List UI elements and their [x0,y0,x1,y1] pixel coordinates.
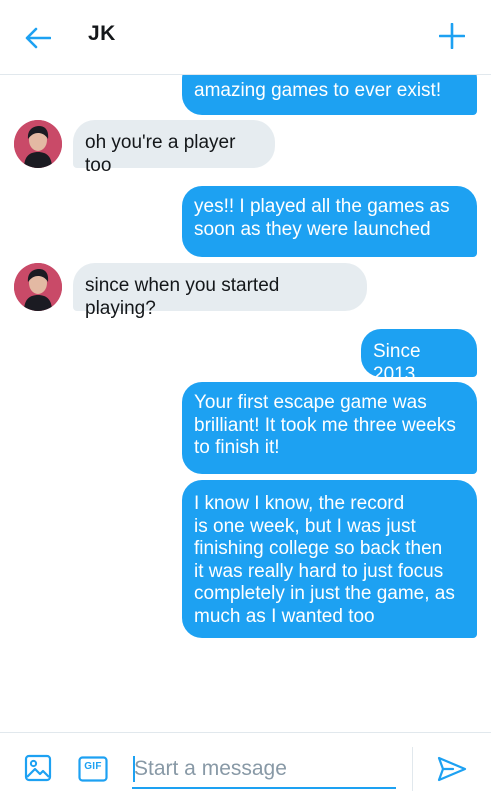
message-text-line: Your first escape game was [194,392,427,413]
conversation-title[interactable]: JK [88,22,116,46]
message-text-line: soon as they were launched [194,218,431,240]
message-text-line: finishing college so back then [194,538,443,559]
message-outgoing[interactable]: amazing games to ever exist! [182,75,477,115]
conversation-header: JK [0,0,491,75]
plus-icon [439,23,465,49]
message-composer: GIF [0,732,491,800]
avatar[interactable] [14,263,62,311]
message-incoming[interactable]: oh you're a player too [73,120,275,176]
message-text: since when you started playing? [85,275,280,319]
dm-conversation-screen: JK amazing games to ever exist! oh you'r… [0,0,491,800]
message-incoming[interactable]: since when you started playing? [73,263,367,319]
image-icon [24,754,52,782]
send-icon [437,756,467,782]
message-text-line: to finish it! [194,437,280,458]
message-text-line: completely in just the game, as [194,583,455,604]
message-text-line: much as I wanted too [194,605,375,627]
gif-button[interactable]: GIF [77,754,109,784]
message-outgoing[interactable]: I know I know, the record is one week, b… [182,480,477,638]
add-photo-button[interactable] [20,750,56,786]
avatar[interactable] [14,120,62,168]
message-text: amazing games to ever exist! [194,80,442,101]
message-outgoing[interactable]: Your first escape game was brilliant! It… [182,382,477,474]
composer-divider [412,747,413,791]
avatar-photo-icon [14,263,62,311]
avatar-photo-icon [14,120,62,168]
message-list[interactable]: amazing games to ever exist! oh you're a… [0,75,491,731]
message-text: Since 2013 [373,341,421,385]
new-message-button[interactable] [433,17,471,55]
message-input-wrapper [132,753,398,789]
message-text-line: yes!! I played all the games as [194,196,450,217]
message-text-line: it was really hard to just focus [194,560,444,582]
gif-label: GIF [84,761,102,772]
message-outgoing[interactable]: Since 2013 [361,329,477,385]
message-text-line: is one week, but I was just [194,515,416,537]
message-text-line: brilliant! It took me three weeks [194,414,456,436]
message-input[interactable] [132,753,398,785]
message-outgoing[interactable]: yes!! I played all the games as soon as … [182,186,477,257]
text-caret [133,756,135,782]
message-text: oh you're a player too [85,132,236,176]
send-button[interactable] [434,752,470,786]
arrow-left-icon [25,27,51,49]
message-text-line: I know I know, the record [194,493,405,514]
back-button[interactable] [18,18,58,58]
